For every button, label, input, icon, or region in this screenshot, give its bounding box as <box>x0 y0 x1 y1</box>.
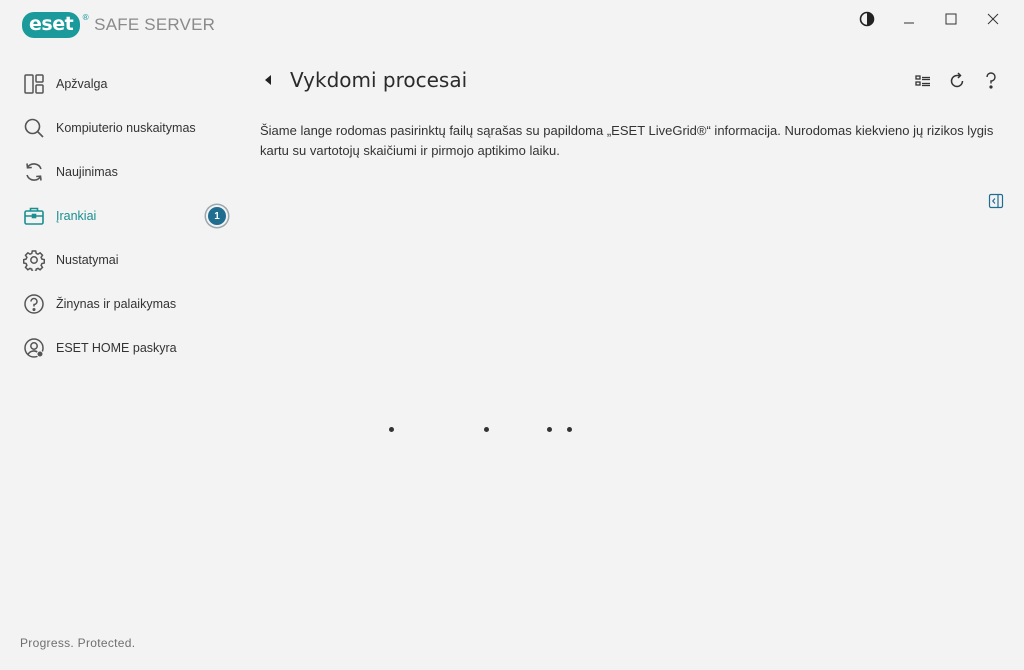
close-button[interactable] <box>972 8 1014 30</box>
side-panel-icon <box>988 193 1004 209</box>
minimize-button[interactable] <box>888 8 930 30</box>
sidebar-item-label: Nustatymai <box>56 253 119 267</box>
theme-toggle-button[interactable] <box>846 8 888 30</box>
product-name: SAFE SERVER <box>94 15 216 34</box>
sidebar-item-label: Apžvalga <box>56 77 108 91</box>
sidebar-item-settings[interactable]: Nustatymai <box>18 238 238 282</box>
account-icon <box>18 332 50 364</box>
list-view-icon <box>915 75 930 87</box>
minimize-icon <box>904 22 914 24</box>
sidebar-item-computer-scan[interactable]: Kompiuterio nuskaitymas <box>18 106 238 150</box>
sidebar-item-tools[interactable]: Įrankiai 1 <box>18 194 238 238</box>
maximize-icon <box>945 13 957 25</box>
list-view-button[interactable] <box>906 70 940 92</box>
footer-tagline: Progress. Protected. <box>20 636 136 650</box>
sidebar-item-label: Naujinimas <box>56 165 118 179</box>
sidebar-item-label: Žinynas ir palaikymas <box>56 297 177 311</box>
page-description: Šiame lange rodomas pasirinktų failų sąr… <box>260 123 994 158</box>
registered-mark: ® <box>81 13 90 22</box>
loading-dot <box>567 427 572 432</box>
close-icon <box>987 13 999 25</box>
page-title: Vykdomi procesai <box>290 68 468 92</box>
loading-dot <box>389 427 394 432</box>
header-tools <box>906 70 1008 92</box>
sidebar-item-label: ESET HOME paskyra <box>56 341 177 355</box>
sidebar-item-help-support[interactable]: Žinynas ir palaikymas <box>18 282 238 326</box>
sidebar-nav: Apžvalga Kompiuterio nuskaitymas Naujini… <box>18 62 238 370</box>
sidebar-item-label: Įrankiai <box>56 209 97 223</box>
sidebar-item-eset-home-account[interactable]: ESET HOME paskyra <box>18 326 238 370</box>
page-header: Vykdomi procesai <box>258 66 467 94</box>
refresh-icon <box>950 72 964 88</box>
help-icon <box>986 72 996 89</box>
sidebar-item-overview[interactable]: Apžvalga <box>18 62 238 106</box>
loading-dot <box>484 427 489 432</box>
details-panel-toggle[interactable] <box>988 193 1004 209</box>
notification-badge: 1 <box>208 207 226 225</box>
back-button[interactable] <box>258 66 278 94</box>
refresh-button[interactable] <box>940 70 974 92</box>
overview-icon <box>18 68 50 100</box>
loading-dot <box>547 427 552 432</box>
eset-logo: eset ® SAFE SERVER <box>22 12 215 38</box>
eset-logo-badge: eset ® <box>22 12 90 38</box>
help-button[interactable] <box>974 70 1008 92</box>
search-icon <box>18 112 50 144</box>
brand-text: eset <box>29 13 74 35</box>
briefcase-icon <box>18 200 50 232</box>
gear-icon <box>18 244 50 276</box>
refresh-icon <box>18 156 50 188</box>
window-controls <box>846 8 1014 30</box>
sidebar-item-label: Kompiuterio nuskaitymas <box>56 121 196 135</box>
sidebar-item-update[interactable]: Naujinimas <box>18 150 238 194</box>
maximize-button[interactable] <box>930 8 972 30</box>
back-arrow-icon <box>265 75 271 85</box>
help-icon <box>18 288 50 320</box>
contrast-icon <box>859 11 875 27</box>
